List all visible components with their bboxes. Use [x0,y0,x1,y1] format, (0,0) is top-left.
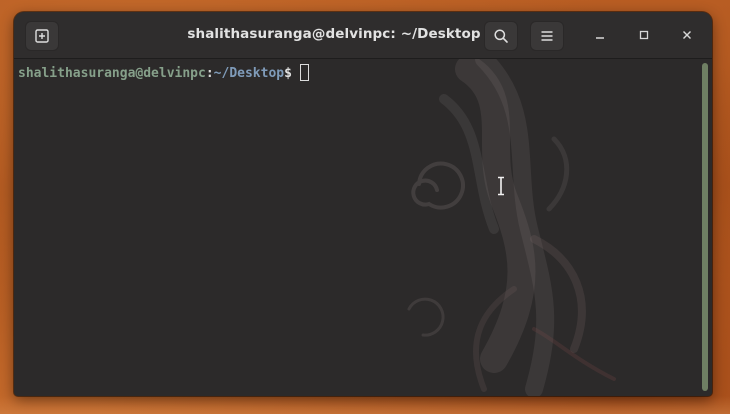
search-icon [494,29,508,43]
prompt-symbol: $ [284,66,292,81]
vertical-scrollbar[interactable] [702,63,708,391]
maximize-button[interactable] [635,26,653,44]
prompt-path: ~/Desktop [213,66,285,81]
search-button[interactable] [484,21,518,51]
wallpaper-swirl-graphic [407,59,616,396]
hamburger-menu-icon [541,31,553,41]
close-icon [683,31,691,39]
close-button[interactable] [678,26,696,44]
i-beam-mouse-pointer-icon [498,176,504,196]
text-cursor [299,64,309,81]
prompt-line: shalithasuranga@delvinpc:~/Desktop$ [18,64,309,83]
title-bar: shalithasuranga@delvinpc: ~/Desktop [14,12,712,59]
minimize-icon [596,37,604,39]
prompt-user-host: shalithasuranga@delvinpc [18,66,206,81]
terminal-window: shalithasuranga@delvinpc: ~/Desktop shal… [14,12,712,396]
minimize-button[interactable] [591,26,609,44]
terminal-area[interactable]: shalithasuranga@delvinpc:~/Desktop$ [14,59,712,396]
maximize-icon [639,30,649,40]
menu-button[interactable] [530,21,564,51]
prompt-separator: : [205,66,214,81]
desktop-background [0,396,730,414]
